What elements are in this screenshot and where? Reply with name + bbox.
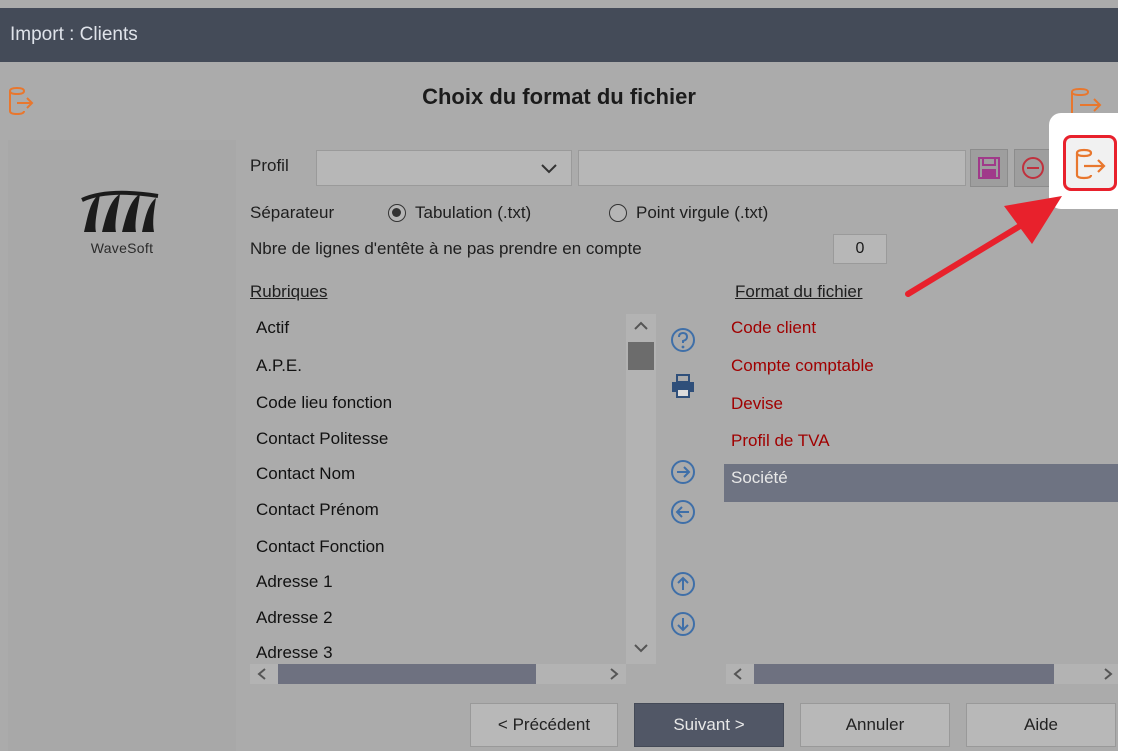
radio-tabulation[interactable] — [388, 204, 406, 222]
list-item[interactable]: Adresse 1 — [256, 572, 333, 592]
chevron-left-icon[interactable] — [256, 667, 268, 681]
rubriques-title: Rubriques — [250, 282, 328, 301]
format-horizontal-scrollbar[interactable] — [726, 664, 1118, 684]
radio-point-virgule[interactable] — [609, 204, 627, 222]
rubriques-horizontal-scrollbar[interactable] — [250, 664, 626, 684]
arrow-right-circle-icon[interactable] — [669, 458, 697, 486]
list-item[interactable]: Adresse 2 — [256, 608, 333, 628]
cancel-button[interactable]: Annuler — [800, 703, 950, 747]
arrow-down-circle-icon[interactable] — [669, 610, 697, 638]
wavesoft-logo-icon — [81, 190, 159, 232]
list-item[interactable]: Contact Nom — [256, 464, 355, 484]
export-profile-button[interactable] — [1063, 135, 1117, 191]
profile-name-input[interactable] — [578, 150, 966, 186]
separator-label: Séparateur — [250, 203, 335, 222]
list-item[interactable]: Code lieu fonction — [256, 393, 392, 413]
chevron-left-icon[interactable] — [732, 667, 744, 681]
save-profile-button[interactable] — [970, 149, 1008, 187]
annotation-arrow-icon — [905, 196, 1062, 297]
window-titlebar: Import : Clients — [0, 8, 1118, 62]
radio-point-virgule-label[interactable]: Point virgule (.txt) — [636, 203, 768, 223]
list-item[interactable]: Profil de TVA — [731, 431, 830, 451]
format-title: Format du fichier — [735, 282, 863, 301]
chevron-down-icon[interactable] — [632, 642, 650, 654]
list-item[interactable]: Compte comptable — [731, 356, 874, 376]
scrollbar-thumb[interactable] — [754, 664, 1054, 684]
list-item[interactable]: Actif — [256, 318, 289, 338]
arrow-left-circle-icon[interactable] — [669, 498, 697, 526]
minus-circle-icon — [1022, 157, 1044, 179]
print-icon[interactable] — [669, 372, 697, 400]
save-icon — [978, 157, 1000, 179]
profile-label: Profil — [250, 156, 289, 175]
page-title: Choix du format du fichier — [422, 84, 696, 109]
list-item[interactable]: A.P.E. — [256, 356, 302, 376]
import-window: Import : Clients Choix du format du fich… — [0, 0, 1118, 751]
window-title: Import : Clients — [10, 24, 138, 45]
selected-list-item[interactable]: Société — [731, 468, 788, 488]
chevron-up-icon[interactable] — [632, 320, 650, 332]
list-item[interactable]: Contact Prénom — [256, 500, 379, 520]
header-lines-input[interactable]: 0 — [833, 234, 887, 264]
list-item[interactable]: Contact Politesse — [256, 429, 388, 449]
chevron-right-icon[interactable] — [608, 667, 620, 681]
help-circle-icon[interactable] — [669, 326, 697, 354]
header-lines-label: Nbre de lignes d'entête à ne pas prendre… — [250, 239, 642, 258]
scrollbar-thumb[interactable] — [278, 664, 536, 684]
previous-button[interactable]: < Précédent — [470, 703, 618, 747]
chevron-right-icon[interactable] — [1102, 667, 1114, 681]
list-item[interactable]: Contact Fonction — [256, 537, 385, 557]
list-item[interactable]: Code client — [731, 318, 816, 338]
logo-panel: WaveSoft — [8, 140, 236, 751]
list-item[interactable]: Adresse 3 — [256, 643, 333, 663]
arrow-up-circle-icon[interactable] — [669, 570, 697, 598]
chevron-down-icon — [541, 164, 557, 174]
scrollbar-thumb[interactable] — [628, 342, 654, 370]
radio-tabulation-label[interactable]: Tabulation (.txt) — [415, 203, 531, 223]
profile-select[interactable] — [316, 150, 572, 186]
list-item[interactable]: Devise — [731, 394, 783, 414]
exit-icon — [1075, 148, 1106, 180]
logo-text: WaveSoft — [90, 240, 154, 256]
help-button[interactable]: Aide — [966, 703, 1116, 747]
rubriques-vertical-scrollbar[interactable] — [626, 314, 656, 664]
delete-profile-button[interactable] — [1014, 149, 1052, 187]
next-button[interactable]: Suivant > — [634, 703, 784, 747]
